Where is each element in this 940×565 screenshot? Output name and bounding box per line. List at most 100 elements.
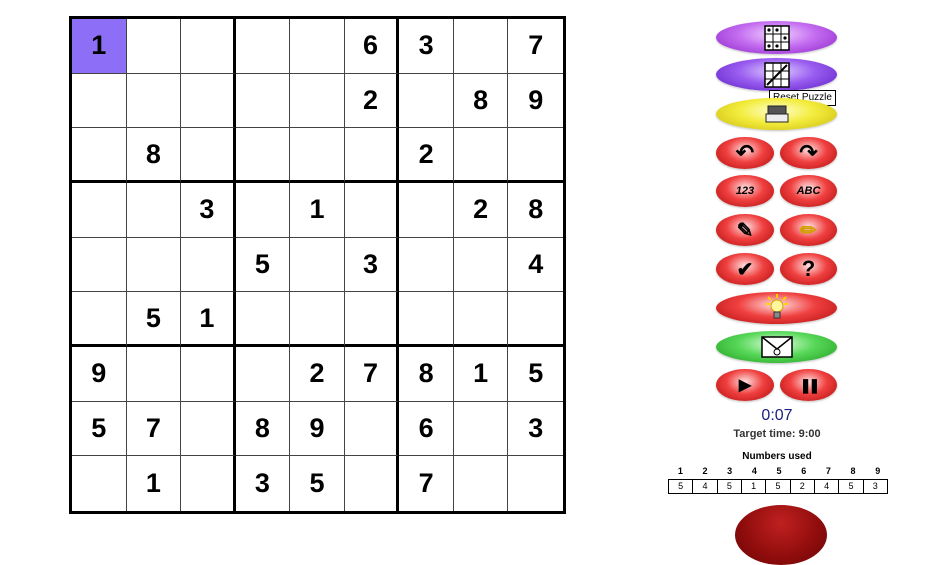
letter-mode-button[interactable]: ABC xyxy=(780,175,837,207)
grid-cell-r2-c9[interactable]: 9 xyxy=(508,74,563,129)
undo-button[interactable]: ↶ xyxy=(716,137,774,169)
grid-cell-r9-c7[interactable]: 7 xyxy=(399,456,454,511)
grid-cell-r4-c5[interactable]: 1 xyxy=(290,183,345,238)
grid-cell-r3-c4[interactable] xyxy=(235,128,291,183)
grid-cell-r9-c3[interactable] xyxy=(181,456,236,511)
grid-cell-r6-c9[interactable] xyxy=(508,292,563,347)
grid-cell-r7-c5[interactable]: 2 xyxy=(290,347,345,402)
grid-cell-r8-c4[interactable]: 8 xyxy=(235,401,291,457)
grid-cell-r2-c3[interactable] xyxy=(181,73,236,129)
grid-cell-r5-c9[interactable]: 4 xyxy=(508,238,563,293)
grid-cell-r8-c5[interactable]: 9 xyxy=(290,401,345,457)
number-mode-button[interactable]: 123 xyxy=(716,175,774,207)
grid-cell-r7-c9[interactable]: 5 xyxy=(508,347,563,402)
grid-cell-r3-c5[interactable] xyxy=(290,128,345,183)
grid-cell-r7-c3[interactable] xyxy=(181,347,236,402)
new-puzzle-button[interactable] xyxy=(716,21,837,54)
numbers-used-digit: 2 xyxy=(702,466,708,476)
help-button[interactable]: ? xyxy=(780,253,837,285)
pencil-button[interactable]: ✏ xyxy=(780,214,837,246)
grid-cell-r6-c7[interactable] xyxy=(399,292,454,347)
grid-cell-r9-c1[interactable] xyxy=(72,456,127,511)
grid-cell-r9-c4[interactable]: 3 xyxy=(236,456,291,511)
grid-cell-r5-c2[interactable] xyxy=(126,237,182,293)
grid-cell-r1-c4[interactable] xyxy=(235,19,291,74)
grid-cell-r2-c6[interactable]: 2 xyxy=(344,73,400,129)
grid-cell-r4-c4[interactable] xyxy=(235,183,291,238)
grid-cell-r9-c2[interactable]: 1 xyxy=(127,456,182,511)
grid-cell-r4-c8[interactable]: 2 xyxy=(453,183,509,238)
pause-button[interactable]: ❚❚ xyxy=(780,369,837,401)
grid-cell-r4-c1[interactable] xyxy=(72,183,127,238)
grid-cell-r9-c5[interactable]: 5 xyxy=(290,456,345,511)
grid-cell-r5-c4[interactable]: 5 xyxy=(235,237,291,293)
grid-cell-r1-c1[interactable]: 1 xyxy=(72,19,127,74)
grid-cell-r1-c9[interactable]: 7 xyxy=(508,19,563,74)
grid-cell-r4-c9[interactable]: 8 xyxy=(508,183,563,238)
grid-cell-r7-c7[interactable]: 8 xyxy=(399,347,454,402)
grid-cell-r5-c8[interactable] xyxy=(453,237,509,293)
grid-cell-r2-c7[interactable] xyxy=(399,73,454,129)
grid-cell-r3-c7[interactable]: 2 xyxy=(399,128,454,183)
grid-cell-r2-c8[interactable]: 8 xyxy=(453,73,509,129)
grid-cell-r6-c5[interactable] xyxy=(290,292,345,347)
grid-cell-r8-c2[interactable]: 7 xyxy=(126,401,182,457)
grid-cell-r8-c8[interactable] xyxy=(453,401,509,457)
grid-cell-r1-c3[interactable] xyxy=(181,19,236,74)
check-button[interactable]: ✔ xyxy=(716,253,774,285)
pen-button[interactable]: ✎ xyxy=(716,214,774,246)
grid-cell-r6-c2[interactable]: 5 xyxy=(126,292,182,347)
grid-cell-r2-c4[interactable] xyxy=(235,73,291,129)
grid-cell-r8-c9[interactable]: 3 xyxy=(508,402,563,457)
grid-cell-r7-c4[interactable] xyxy=(235,347,291,402)
grid-cell-r4-c3[interactable]: 3 xyxy=(181,183,236,238)
play-button[interactable]: ▶ xyxy=(716,369,774,401)
grid-cell-r6-c1[interactable] xyxy=(72,292,127,347)
grid-cell-r7-c2[interactable] xyxy=(126,347,182,402)
grid-cell-r7-c1[interactable]: 9 xyxy=(72,347,127,402)
grid-cell-r9-c6[interactable] xyxy=(345,456,400,511)
grid-cell-r4-c7[interactable] xyxy=(399,183,454,238)
grid-cell-r1-c6[interactable]: 6 xyxy=(344,19,400,74)
grid-cell-r1-c5[interactable] xyxy=(290,19,345,74)
grid-cell-r9-c8[interactable] xyxy=(454,456,509,511)
grid-cell-r8-c6[interactable] xyxy=(344,401,400,457)
grid-cell-r3-c8[interactable] xyxy=(453,128,509,183)
grid-cell-r5-c7[interactable] xyxy=(399,237,454,293)
clear-button[interactable] xyxy=(716,98,837,130)
grid-cell-r3-c3[interactable] xyxy=(181,128,236,183)
grid-cell-r1-c7[interactable]: 3 xyxy=(399,19,454,74)
grid-cell-r2-c5[interactable] xyxy=(290,73,345,129)
hint-button[interactable] xyxy=(716,292,837,324)
grid-cell-r7-c6[interactable]: 7 xyxy=(344,347,400,402)
reset-puzzle-button[interactable] xyxy=(716,58,837,91)
grid-cell-r5-c5[interactable] xyxy=(290,237,345,293)
grid-cell-r2-c2[interactable] xyxy=(126,73,182,129)
grid-cell-r7-c8[interactable]: 1 xyxy=(453,347,509,402)
grid-cell-r9-c9[interactable] xyxy=(508,456,563,511)
grid-cell-r1-c2[interactable] xyxy=(126,19,182,74)
grid-cell-r3-c1[interactable] xyxy=(72,128,127,183)
email-button[interactable] xyxy=(716,331,837,363)
grid-cell-r8-c3[interactable] xyxy=(181,401,236,457)
sudoku-grid: 1637289823128534519278155789631357 xyxy=(69,16,566,514)
grid-cell-r3-c9[interactable] xyxy=(508,128,563,183)
grid-cell-r6-c6[interactable] xyxy=(344,292,400,347)
grid-cell-r5-c3[interactable] xyxy=(181,237,236,293)
redo-button[interactable]: ↷ xyxy=(780,137,837,169)
grid-cell-r8-c7[interactable]: 6 xyxy=(399,401,454,457)
grid-cell-r5-c1[interactable] xyxy=(72,237,127,293)
grid-cell-r3-c6[interactable] xyxy=(344,128,400,183)
grid-cell-r4-c2[interactable] xyxy=(126,183,182,238)
grid-cell-r8-c1[interactable]: 5 xyxy=(72,401,127,457)
grid-cell-r6-c4[interactable] xyxy=(235,292,291,347)
grid-cell-r3-c2[interactable]: 8 xyxy=(126,128,182,183)
envelope-icon xyxy=(760,336,793,358)
grid-cell-r5-c6[interactable]: 3 xyxy=(344,237,400,293)
numbers-used-digit: 7 xyxy=(825,466,831,476)
grid-cell-r6-c8[interactable] xyxy=(453,292,509,347)
grid-cell-r6-c3[interactable]: 1 xyxy=(181,292,236,347)
grid-cell-r4-c6[interactable] xyxy=(344,183,400,238)
grid-cell-r1-c8[interactable] xyxy=(453,19,509,74)
grid-cell-r2-c1[interactable] xyxy=(72,73,127,129)
